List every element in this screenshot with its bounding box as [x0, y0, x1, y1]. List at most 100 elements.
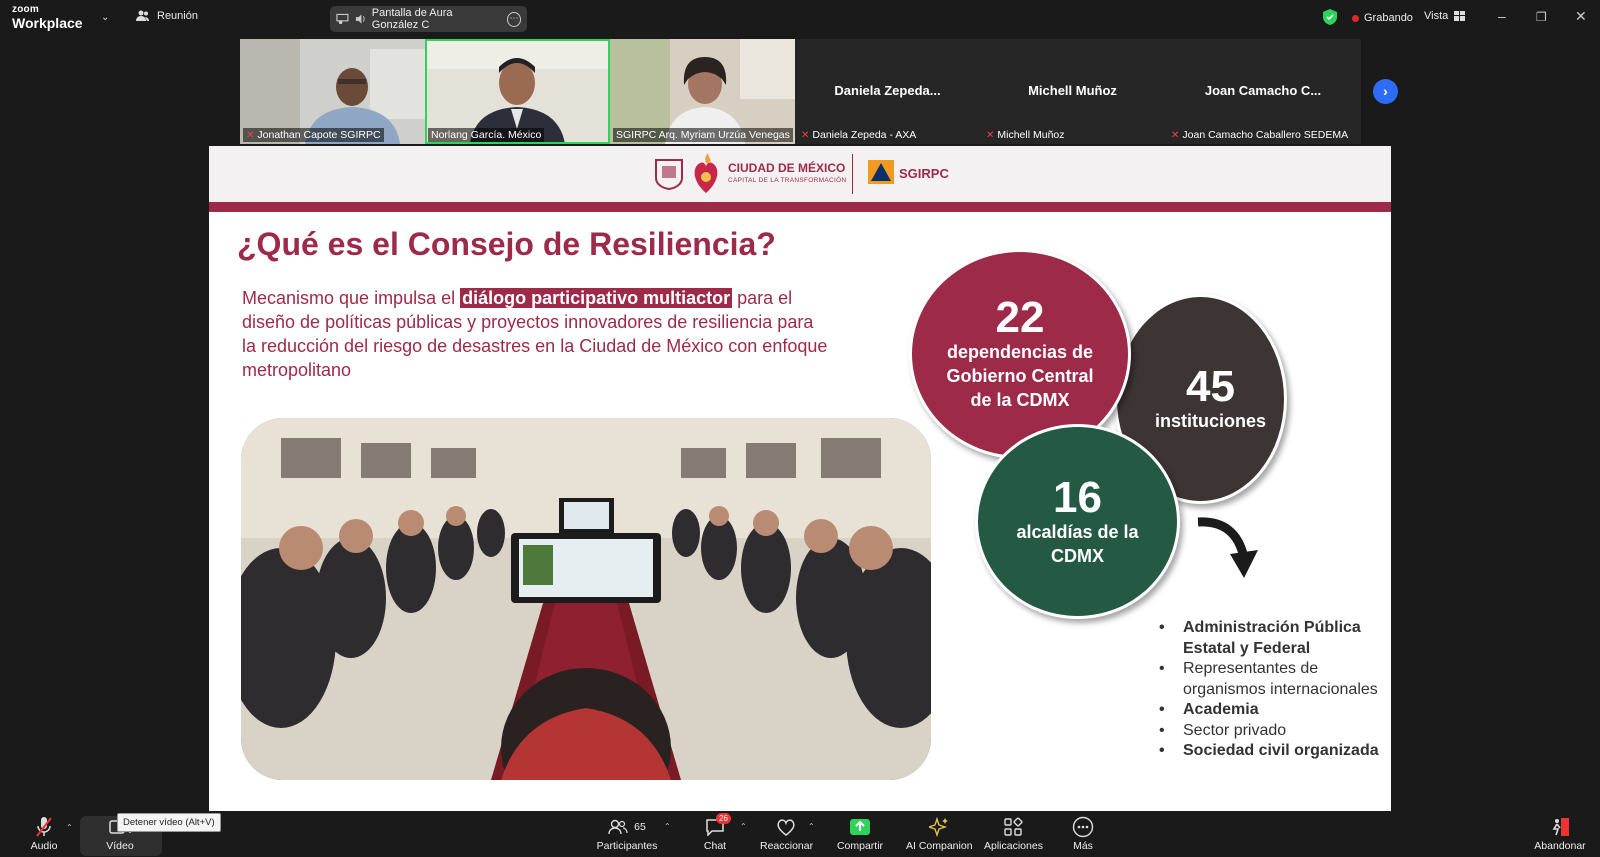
cdmx-shield-logo-icon — [655, 159, 683, 190]
slide-header: CIUDAD DE MÉXICO CAPITAL DE LA TRANSFORM… — [209, 146, 1391, 202]
chat-label: Chat — [703, 840, 727, 852]
participant-tile[interactable]: SGIRPC Arq. Myriam Urzúa Venegas — [610, 39, 795, 144]
participant-name: Jonathan Capote SGIRPC — [257, 129, 381, 141]
zoom-logo: zoom Workplace — [12, 4, 83, 31]
stat-number: 22 — [995, 293, 1045, 342]
top-bar: zoom Workplace ⌄ Reunión Pantalla de Aur… — [0, 0, 1600, 36]
participant-tile[interactable]: ✕ Jonathan Capote SGIRPC — [240, 39, 425, 144]
more-icon[interactable]: ⋯ — [507, 11, 521, 27]
participant-tile[interactable]: Joan Camacho C... ✕ Joan Camacho Caballe… — [1165, 39, 1361, 144]
video-gallery-strip: ✕ Jonathan Capote SGIRPC Norlang García.… — [240, 39, 1361, 144]
view-button[interactable]: Vista — [1424, 10, 1466, 22]
slide-lead-paragraph: Mecanismo que impulsa el diálogo partici… — [242, 286, 832, 382]
minimize-icon[interactable]: – — [1498, 8, 1506, 24]
lead-text-start: Mecanismo que impulsa el — [242, 288, 461, 308]
more-icon — [1072, 816, 1094, 838]
shared-screen-slide: CIUDAD DE MÉXICO CAPITAL DE LA TRANSFORM… — [209, 146, 1391, 811]
react-options-chevron-icon[interactable]: ⌃ — [808, 822, 815, 831]
more-button[interactable]: Más — [1070, 816, 1096, 852]
mic-muted-icon: ✕ — [986, 129, 995, 141]
list-item: Sociedad civil organizada — [1153, 741, 1391, 762]
logo-top-text: zoom — [12, 4, 39, 15]
sgirpc-logo-icon — [868, 160, 894, 184]
share-screen-icon — [850, 819, 870, 835]
list-item: Sector privado — [1153, 721, 1391, 742]
gallery-next-page-button[interactable]: › — [1373, 79, 1398, 104]
list-item: Representantes de organismos internacion… — [1153, 659, 1391, 700]
ai-companion-button[interactable]: AI Companion — [906, 816, 973, 852]
more-label: Más — [1073, 840, 1093, 852]
chat-unread-badge: 26 — [716, 813, 731, 824]
decorative-band — [209, 202, 1391, 212]
lead-highlight: diálogo participativo multiactor — [460, 288, 733, 308]
participant-types-list: Administración Pública Estatal y Federal… — [1153, 618, 1391, 762]
participant-tile[interactable]: Daniela Zepeda... ✕ Daniela Zepeda - AXA — [795, 39, 980, 144]
leave-button[interactable]: Abandonar — [1534, 816, 1586, 852]
stat-label-line: Gobierno Central — [946, 366, 1094, 386]
participants-options-chevron-icon[interactable]: ⌃ — [664, 822, 671, 831]
mic-muted-icon: ✕ — [246, 129, 255, 141]
audio-options-chevron-icon[interactable]: ⌃ — [66, 823, 73, 832]
presenter-icon — [336, 13, 349, 25]
recording-dot-icon — [1352, 14, 1359, 22]
apps-label: Aplicaciones — [984, 840, 1043, 852]
participant-name-tag: ✕ Michell Muñoz — [983, 128, 1068, 142]
chevron-down-icon[interactable]: ⌄ — [101, 12, 109, 23]
audio-button[interactable]: Audio — [24, 816, 64, 852]
leave-door-icon — [1552, 818, 1569, 836]
mic-muted-icon — [36, 817, 52, 837]
share-screen-button[interactable]: Compartir — [836, 816, 884, 852]
meeting-room-photo — [241, 418, 931, 780]
meeting-label: Reunión — [157, 10, 198, 22]
brand-divider — [852, 154, 853, 194]
grid-icon — [1454, 11, 1466, 21]
meeting-photo-illustration — [241, 418, 931, 780]
participant-display-name: Daniela Zepeda... — [834, 83, 941, 98]
restore-icon[interactable]: ❐ — [1536, 10, 1547, 24]
participant-name-tag: SGIRPC Arq. Myriam Urzúa Venegas — [613, 128, 793, 142]
participant-display-name: Joan Camacho C... — [1204, 83, 1322, 98]
participant-name: Michell Muñoz — [997, 129, 1065, 141]
slide-title: ¿Qué es el Consejo de Resiliencia? — [237, 226, 776, 262]
participant-name: Daniela Zepeda - AXA — [812, 129, 917, 141]
recording-label: Grabando — [1364, 12, 1413, 24]
participants-label: Participantes — [596, 840, 658, 852]
screen-share-indicator[interactable]: Pantalla de Aura González C ⋯ — [330, 6, 527, 32]
participant-display-name: Michell Muñoz — [1028, 83, 1117, 98]
chat-button[interactable]: 26 Chat — [700, 813, 731, 852]
stat-number: 45 — [1186, 362, 1235, 411]
ai-companion-label: AI Companion — [906, 840, 973, 852]
video-label: Vídeo — [106, 840, 134, 852]
logo-bottom-text: Workplace — [12, 15, 83, 31]
stat-label-line: dependencias de — [946, 342, 1094, 362]
chat-options-chevron-icon[interactable]: ⌃ — [740, 822, 747, 831]
stat-label-line: de la CDMX — [970, 390, 1070, 410]
apps-button[interactable]: Aplicaciones — [984, 816, 1043, 852]
participant-tile-active-speaker[interactable]: Norlang García. México — [425, 39, 610, 144]
list-item: Administración Pública Estatal y Federal — [1153, 618, 1391, 659]
shield-check-icon[interactable] — [1323, 9, 1337, 25]
stat-label-line: instituciones — [1154, 411, 1266, 431]
react-label: Reaccionar — [760, 840, 814, 852]
heart-flame-logo-icon — [694, 153, 718, 193]
close-icon[interactable]: ✕ — [1575, 8, 1587, 25]
brand-title: CIUDAD DE MÉXICO — [728, 161, 846, 175]
sparkle-icon — [929, 817, 948, 837]
participant-name: Joan Camacho Caballero SEDEMA — [1182, 129, 1349, 141]
participant-name: SGIRPC Arq. Myriam Urzúa Venegas — [616, 129, 790, 141]
react-button[interactable]: Reaccionar — [760, 816, 814, 852]
participant-name-tag: ✕ Daniela Zepeda - AXA — [798, 128, 919, 142]
meeting-info-button[interactable]: Reunión — [136, 10, 198, 22]
participants-button[interactable]: 65 Participantes — [592, 816, 662, 852]
curved-arrow-icon — [1197, 517, 1258, 578]
participant-tile[interactable]: Michell Muñoz ✕ Michell Muñoz — [980, 39, 1165, 144]
brand-org: SGIRPC — [899, 166, 949, 181]
participant-name-tag: ✕ Jonathan Capote SGIRPC — [243, 128, 384, 142]
recording-indicator[interactable]: Grabando — [1352, 12, 1413, 24]
participant-name-tag: Norlang García. México — [428, 128, 545, 142]
share-label: Pantalla de Aura González C — [371, 7, 453, 31]
stat-circle-alcaldias: 16 alcaldías de la CDMX — [975, 424, 1180, 619]
participant-name: Norlang García. México — [431, 129, 542, 141]
mic-muted-icon: ✕ — [1171, 129, 1180, 141]
participants-icon — [608, 819, 628, 835]
